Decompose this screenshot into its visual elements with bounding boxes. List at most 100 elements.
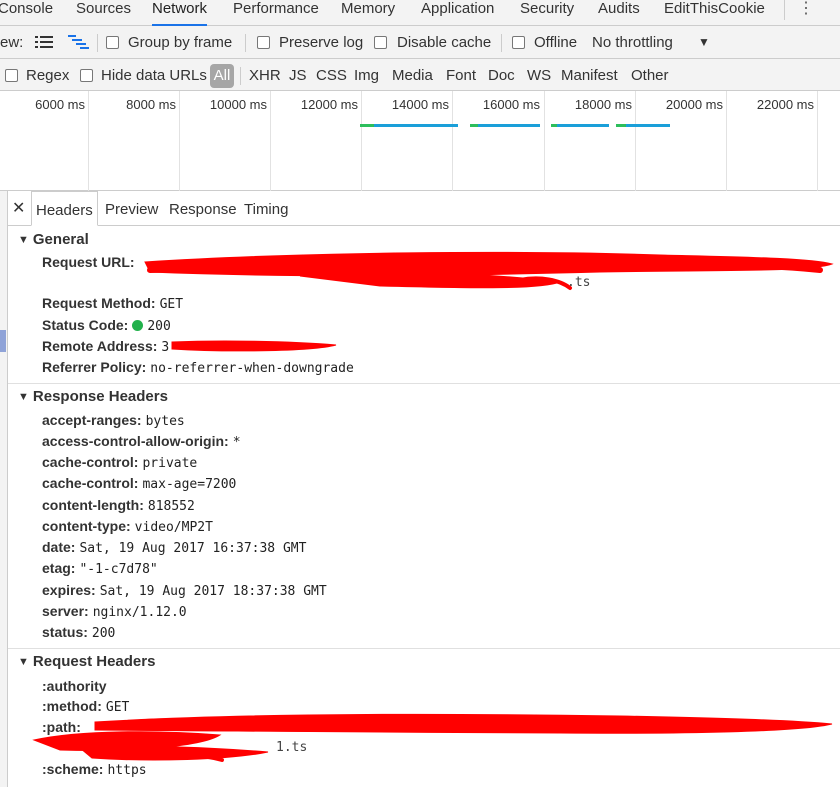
response-header-row: cache-control: private bbox=[42, 454, 197, 472]
tab-memory[interactable]: Memory bbox=[341, 0, 395, 26]
chevron-down-icon[interactable]: ▼ bbox=[698, 26, 710, 59]
group-by-frame-checkbox[interactable] bbox=[106, 36, 119, 49]
filter-xhr[interactable]: XHR bbox=[249, 59, 281, 93]
filter-ws[interactable]: WS bbox=[527, 59, 551, 93]
offline-label: Offline bbox=[534, 34, 578, 51]
header-key: expires: bbox=[42, 582, 96, 598]
close-icon[interactable]: ✕ bbox=[12, 198, 25, 218]
response-header-row: date: Sat, 19 Aug 2017 16:37:38 GMT bbox=[42, 539, 306, 557]
timeline-tick-label: 14000 ms bbox=[391, 97, 449, 112]
tab-sources[interactable]: Sources bbox=[76, 0, 131, 26]
header-key: etag: bbox=[42, 560, 76, 576]
filter-font[interactable]: Font bbox=[446, 59, 476, 93]
timeline-tick-label: 12000 ms bbox=[300, 97, 358, 112]
header-key: date: bbox=[42, 539, 76, 555]
tab-headers[interactable]: Headers bbox=[31, 191, 98, 226]
request-url-row: Request URL: bbox=[42, 254, 135, 271]
timeline-tick-label: 18000 ms bbox=[574, 97, 632, 112]
status-code-key: Status Code: bbox=[42, 317, 129, 333]
general-section-header[interactable]: ▼ General bbox=[18, 231, 89, 248]
referrer-policy-key: Referrer Policy: bbox=[42, 359, 147, 375]
response-header-row: accept-ranges: bytes bbox=[42, 412, 185, 430]
header-value: private bbox=[142, 456, 198, 471]
triangle-down-icon: ▼ bbox=[18, 391, 29, 403]
view-label: ew: bbox=[0, 34, 24, 51]
timeline-gridline bbox=[635, 91, 636, 191]
request-details-panel: ✕ Headers Preview Response Timing ▼ Gener… bbox=[0, 191, 840, 787]
tab-audits[interactable]: Audits bbox=[598, 0, 640, 26]
request-url-tail: .ts bbox=[567, 275, 591, 290]
list-view-icon[interactable] bbox=[35, 36, 53, 49]
timeline-gridline bbox=[726, 91, 727, 191]
tab-timing[interactable]: Timing bbox=[244, 191, 288, 226]
tabbar-divider bbox=[784, 0, 785, 20]
tab-console[interactable]: Console bbox=[0, 0, 53, 26]
waterfall-view-icon[interactable] bbox=[68, 35, 90, 51]
response-headers-section-header[interactable]: ▼ Response Headers bbox=[18, 388, 168, 405]
filter-manifest[interactable]: Manifest bbox=[561, 59, 618, 93]
timeline-gridline bbox=[179, 91, 180, 191]
tab-security[interactable]: Security bbox=[520, 0, 574, 26]
more-options-icon[interactable]: ⋮ bbox=[798, 0, 814, 18]
request-method-key: Request Method: bbox=[42, 295, 156, 311]
timeline-tick-label: 20000 ms bbox=[665, 97, 723, 112]
toolbar-divider bbox=[97, 34, 98, 52]
method-key: :method: bbox=[42, 698, 102, 714]
offline-checkbox[interactable] bbox=[512, 36, 525, 49]
filter-img[interactable]: Img bbox=[354, 59, 379, 93]
filter-all[interactable]: All bbox=[210, 64, 234, 88]
response-header-row: status: 200 bbox=[42, 624, 115, 642]
filter-js[interactable]: JS bbox=[289, 59, 307, 93]
header-value: Sat, 19 Aug 2017 18:37:38 GMT bbox=[99, 584, 327, 599]
timeline-gridline bbox=[361, 91, 362, 191]
timeline-tick-label: 6000 ms bbox=[35, 97, 85, 112]
header-value: video/MP2T bbox=[134, 520, 213, 535]
filter-doc[interactable]: Doc bbox=[488, 59, 515, 93]
triangle-down-icon: ▼ bbox=[18, 234, 29, 246]
tab-preview[interactable]: Preview bbox=[105, 191, 158, 226]
details-tab-bar: ✕ Headers Preview Response Timing bbox=[8, 191, 840, 226]
filter-css[interactable]: CSS bbox=[316, 59, 347, 93]
remote-address-row: Remote Address: 3 bbox=[42, 338, 169, 356]
header-key: status: bbox=[42, 624, 88, 640]
timeline-overview[interactable]: 6000 ms 8000 ms 10000 ms 12000 ms 14000 … bbox=[0, 91, 840, 191]
filter-media[interactable]: Media bbox=[392, 59, 433, 93]
method-value: GET bbox=[105, 700, 130, 715]
tab-network[interactable]: Network bbox=[152, 0, 208, 26]
throttling-select[interactable]: No throttling bbox=[592, 26, 673, 59]
response-header-row: server: nginx/1.12.0 bbox=[42, 603, 187, 621]
header-value: * bbox=[232, 435, 241, 450]
response-header-row: content-length: 818552 bbox=[42, 497, 195, 515]
tab-application[interactable]: Application bbox=[421, 0, 494, 26]
tab-editthiscookie[interactable]: EditThisCookie bbox=[664, 0, 765, 26]
general-title: General bbox=[32, 231, 89, 248]
header-key: cache-control: bbox=[42, 454, 139, 470]
hide-data-urls-checkbox[interactable] bbox=[80, 69, 93, 82]
header-value: "-1-c7d78" bbox=[79, 562, 158, 577]
header-value: max-age=7200 bbox=[142, 477, 237, 492]
remote-address-value: 3 bbox=[161, 340, 170, 355]
response-headers-title: Response Headers bbox=[32, 388, 168, 405]
waterfall-bar bbox=[360, 124, 458, 127]
preserve-log-label: Preserve log bbox=[279, 34, 364, 51]
path-row: :path: bbox=[42, 719, 81, 736]
toolbar-divider bbox=[501, 34, 502, 52]
filter-other[interactable]: Other bbox=[631, 59, 669, 93]
header-key: content-type: bbox=[42, 518, 131, 534]
timeline-tick-label: 8000 ms bbox=[126, 97, 176, 112]
scheme-row: :scheme: https bbox=[42, 761, 147, 779]
request-list-strip[interactable] bbox=[0, 191, 8, 787]
preserve-log-checkbox[interactable] bbox=[257, 36, 270, 49]
timeline-gridline bbox=[452, 91, 453, 191]
authority-key: :authority bbox=[42, 678, 107, 694]
header-value: bytes bbox=[145, 414, 185, 429]
tab-response[interactable]: Response bbox=[169, 191, 237, 226]
status-ok-icon bbox=[132, 320, 144, 331]
regex-checkbox[interactable] bbox=[5, 69, 18, 82]
tab-performance[interactable]: Performance bbox=[233, 0, 319, 26]
request-method-row: Request Method: GET bbox=[42, 295, 183, 313]
disable-cache-checkbox[interactable] bbox=[374, 36, 387, 49]
request-headers-section-header[interactable]: ▼ Request Headers bbox=[18, 653, 155, 670]
filter-divider bbox=[240, 67, 241, 85]
method-row: :method: GET bbox=[42, 698, 129, 716]
